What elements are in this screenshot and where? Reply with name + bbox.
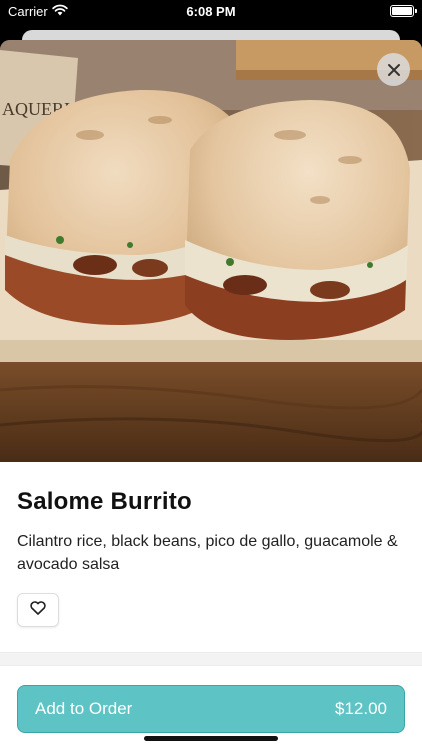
close-icon — [387, 63, 401, 77]
status-time: 6:08 PM — [186, 4, 236, 19]
price-label: $12.00 — [335, 699, 387, 718]
item-detail-sheet: AQUERIA Salome Burrito Cilantro rice, bl… — [0, 40, 422, 750]
heart-icon — [30, 600, 46, 620]
add-to-order-button[interactable]: Add to Order $12.00 — [17, 685, 405, 733]
status-bar: Carrier 6:08 PM — [0, 0, 422, 24]
item-title: Salome Burrito — [17, 488, 192, 515]
item-description: Cilantro rice, black beans, pico de gall… — [17, 533, 398, 573]
home-indicator — [144, 736, 278, 741]
battery-icon — [390, 5, 417, 17]
add-to-order-label: Add to Order — [35, 699, 133, 718]
item-details: Salome Burrito Cilantro rice, black bean… — [17, 488, 405, 576]
hero-image: AQUERIA — [0, 40, 422, 462]
favorite-button[interactable] — [17, 593, 59, 627]
close-button[interactable] — [377, 53, 410, 86]
section-divider — [0, 652, 422, 666]
